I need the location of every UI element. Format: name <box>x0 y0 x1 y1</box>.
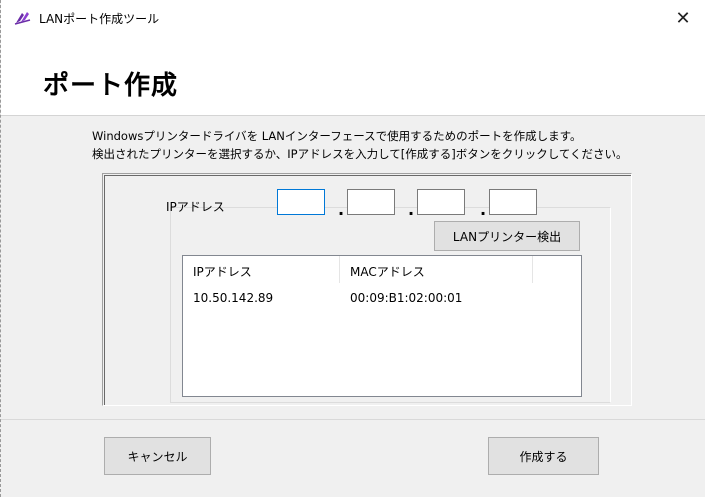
column-header-mac[interactable]: MACアドレス <box>350 263 425 280</box>
printer-tool-icon <box>14 10 32 26</box>
printer-mac-cell: 00:09:B1:02:00:01 <box>350 291 463 305</box>
ip-octet-1-input[interactable] <box>278 190 324 214</box>
description-line-2: 検出されたプリンターを選択するか、IPアドレスを入力して[作成する]ボタンをクリ… <box>92 147 628 161</box>
ip-separator: . <box>338 200 345 219</box>
ip-octet-2-field[interactable] <box>347 189 395 215</box>
ip-octet-3-field[interactable] <box>417 189 465 215</box>
description: Windowsプリンタードライバを LANインターフェースで使用するためのポート… <box>92 127 628 163</box>
description-line-1: Windowsプリンタードライバを LANインターフェースで使用するためのポート… <box>92 129 582 143</box>
ip-octet-4-input[interactable] <box>490 190 536 214</box>
ip-octet-2-input[interactable] <box>348 190 394 214</box>
column-divider[interactable] <box>532 256 533 283</box>
printer-ip-cell: 10.50.142.89 <box>193 291 274 305</box>
page-header: ポート作成 <box>1 36 705 116</box>
column-header-ip[interactable]: IPアドレス <box>193 263 252 280</box>
ip-octet-4-field[interactable] <box>489 189 537 215</box>
ip-separator: . <box>480 200 487 219</box>
page-title: ポート作成 <box>43 71 179 101</box>
title-bar: LANポート作成ツール ✕ <box>1 0 705 36</box>
window-title: LANポート作成ツール <box>39 12 160 26</box>
ip-octet-3-input[interactable] <box>418 190 464 214</box>
column-divider[interactable] <box>339 256 340 283</box>
close-icon: ✕ <box>675 7 691 29</box>
footer-divider <box>1 419 705 420</box>
printer-list[interactable]: IPアドレス MACアドレス 10.50.142.89 00:09:B1:02:… <box>182 255 582 397</box>
list-item[interactable]: 10.50.142.89 00:09:B1:02:00:01 <box>183 287 581 307</box>
cancel-button[interactable]: キャンセル <box>104 437 211 475</box>
close-button[interactable]: ✕ <box>660 0 705 36</box>
ip-octet-1-field[interactable] <box>277 189 325 215</box>
ip-address-label: IPアドレス <box>166 200 225 214</box>
list-header: IPアドレス MACアドレス <box>183 256 581 283</box>
ip-separator: . <box>408 200 415 219</box>
lan-port-tool-window: LANポート作成ツール ✕ ポート作成 Windowsプリンタードライバを LA… <box>0 0 705 497</box>
detect-lan-printer-button[interactable]: LANプリンター検出 <box>434 221 580 251</box>
create-button[interactable]: 作成する <box>488 437 599 475</box>
